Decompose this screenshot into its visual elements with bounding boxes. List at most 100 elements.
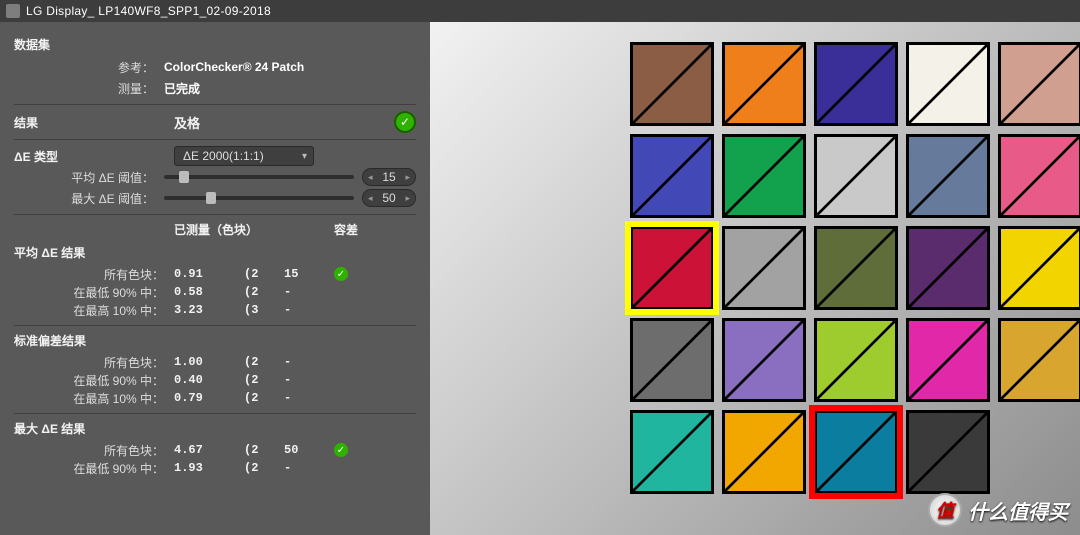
color-patch[interactable] [630, 42, 714, 126]
row-count: (2 [244, 267, 284, 281]
slider-thumb[interactable] [179, 171, 189, 183]
avg-thresh-spinner[interactable]: 15 [362, 168, 416, 186]
window-title: LG Display_ LP140WF8_SPP1_02-09-2018 [26, 4, 271, 18]
divider [14, 413, 416, 414]
color-patch[interactable] [906, 134, 990, 218]
color-patch[interactable] [998, 42, 1080, 126]
row-count: (2 [244, 461, 284, 475]
row-tol: - [284, 355, 334, 369]
dataset-heading: 数据集 [14, 36, 416, 53]
color-patch[interactable] [722, 226, 806, 310]
row-label: 在最低 90% 中： [14, 460, 174, 477]
row-tol: - [284, 391, 334, 405]
color-patch[interactable] [630, 134, 714, 218]
body: 数据集 参考：ColorChecker® 24 Patch 测量：已完成 结果 … [0, 22, 1080, 535]
data-row: 在最低 90% 中：0.40(2- [14, 371, 416, 389]
color-patch[interactable] [998, 318, 1080, 402]
row-label: 所有色块： [14, 354, 174, 371]
check-circle-icon: ✓ [394, 111, 416, 133]
row-value: 0.79 [174, 391, 244, 405]
color-patch[interactable] [814, 226, 898, 310]
app-window: LG Display_ LP140WF8_SPP1_02-09-2018 数据集… [0, 0, 1080, 535]
row-count: (3 [244, 303, 284, 317]
row-label: 所有色块： [14, 442, 174, 459]
row-value: 0.91 [174, 267, 244, 281]
avg-thresh-slider[interactable] [164, 175, 354, 179]
row-value: 3.23 [174, 303, 244, 317]
data-row: 在最低 90% 中：1.93(2- [14, 459, 416, 477]
row-tol: 15 [284, 267, 334, 281]
row-count: (2 [244, 285, 284, 299]
section-title: 最大 ΔE 结果 [14, 420, 416, 437]
side-panel: 数据集 参考：ColorChecker® 24 Patch 测量：已完成 结果 … [0, 22, 430, 535]
slider-thumb[interactable] [206, 192, 216, 204]
meas-label: 测量： [14, 80, 164, 97]
meas-value: 已完成 [164, 80, 416, 97]
color-patch[interactable] [906, 410, 990, 494]
color-patch[interactable] [814, 318, 898, 402]
row-value: 4.67 [174, 443, 244, 457]
color-patch[interactable] [722, 134, 806, 218]
color-patch[interactable] [998, 134, 1080, 218]
color-patch[interactable] [630, 410, 714, 494]
ref-label: 参考： [14, 59, 164, 76]
result-row: 结果 及格 ✓ [14, 111, 416, 133]
color-patch[interactable] [722, 42, 806, 126]
preview-area: 值 什么值得买 [430, 22, 1080, 535]
row-tol: - [284, 285, 334, 299]
row-value: 0.40 [174, 373, 244, 387]
app-icon [6, 4, 20, 18]
data-row: 在最高 10% 中：3.23(3- [14, 301, 416, 319]
color-patch[interactable] [906, 226, 990, 310]
result-value: 及格 [174, 113, 394, 132]
section-title: 标准偏差结果 [14, 332, 416, 349]
watermark: 值 什么值得买 [928, 493, 1068, 527]
color-patch[interactable] [814, 42, 898, 126]
ref-value: ColorChecker® 24 Patch [164, 60, 416, 74]
data-row: 所有色块：0.91(215✓ [14, 265, 416, 283]
row-tol: - [284, 461, 334, 475]
row-count: (2 [244, 443, 284, 457]
divider [14, 214, 416, 215]
check-circle-icon: ✓ [334, 443, 348, 457]
row-label: 所有色块： [14, 266, 174, 283]
color-patch[interactable] [906, 42, 990, 126]
row-count: (2 [244, 373, 284, 387]
data-row: 在最低 90% 中：0.58(2- [14, 283, 416, 301]
row-label: 在最低 90% 中： [14, 284, 174, 301]
max-thresh-slider[interactable] [164, 196, 354, 200]
row-count: (2 [244, 355, 284, 369]
check-circle-icon: ✓ [334, 267, 348, 281]
color-patch[interactable] [630, 226, 714, 310]
row-value: 1.93 [174, 461, 244, 475]
patch-grid [630, 42, 1080, 494]
section-title: 平均 ΔE 结果 [14, 244, 416, 261]
row-label: 在最高 10% 中： [14, 302, 174, 319]
max-thresh-spinner[interactable]: 50 [362, 189, 416, 207]
result-heading: 结果 [14, 114, 174, 131]
avg-thresh-label: 平均 ΔE 阈值： [14, 169, 164, 186]
row-tol: - [284, 373, 334, 387]
watermark-text: 什么值得买 [968, 496, 1068, 525]
divider [14, 104, 416, 105]
color-patch[interactable] [814, 410, 898, 494]
de-type-dropdown[interactable]: ΔE 2000(1:1:1) [174, 146, 314, 166]
color-patch[interactable] [998, 226, 1080, 310]
color-patch[interactable] [906, 318, 990, 402]
data-row: 所有色块：1.00(2- [14, 353, 416, 371]
data-row: 所有色块：4.67(250✓ [14, 441, 416, 459]
max-thresh-label: 最大 ΔE 阈值： [14, 190, 164, 207]
titlebar: LG Display_ LP140WF8_SPP1_02-09-2018 [0, 0, 1080, 22]
color-patch[interactable] [722, 410, 806, 494]
color-patch[interactable] [814, 134, 898, 218]
row-label: 在最高 10% 中： [14, 390, 174, 407]
watermark-badge-icon: 值 [928, 493, 962, 527]
color-patch[interactable] [630, 318, 714, 402]
row-count: (2 [244, 391, 284, 405]
row-value: 0.58 [174, 285, 244, 299]
color-patch[interactable] [722, 318, 806, 402]
row-value: 1.00 [174, 355, 244, 369]
row-tol: - [284, 303, 334, 317]
de-type-label: ΔE 类型 [14, 148, 174, 165]
divider [14, 139, 416, 140]
